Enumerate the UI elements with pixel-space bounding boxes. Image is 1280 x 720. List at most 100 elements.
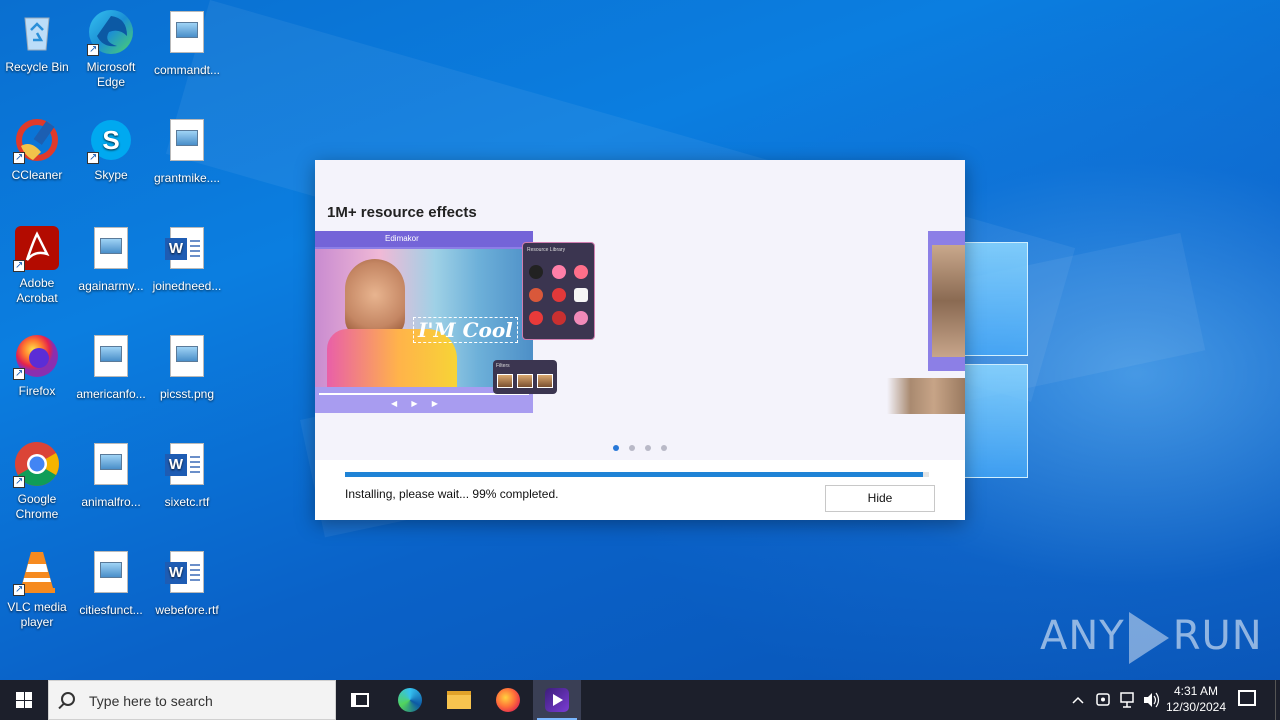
filters-title: Filters (496, 363, 510, 369)
desktop-icon-label: Google Chrome (15, 492, 59, 521)
desktop-icon-file[interactable]: commandt... (150, 8, 224, 78)
image-file-icon (87, 335, 135, 383)
installer-window: 1M+ resource effects Edimakor I'M Cool ◀… (315, 160, 965, 520)
desktop-icon-file[interactable]: animalfro... (74, 440, 148, 510)
taskbar-file-explorer[interactable] (435, 680, 483, 720)
clock-date: 12/30/2024 (1165, 700, 1227, 714)
desktop-icon-microsoft-edge[interactable]: Microsoft Edge (74, 8, 148, 90)
play-logo-icon (1128, 612, 1169, 664)
desktop-icon-label: Microsoft Edge (86, 60, 136, 89)
desktop-icon-label: grantmike.... (153, 171, 221, 185)
desktop-icon-label: picsst.png (159, 387, 215, 401)
carousel-dot[interactable] (661, 445, 667, 451)
taskbar-search-box[interactable]: Type here to search (48, 680, 336, 720)
desktop-icon-label: americanfo... (76, 387, 146, 401)
desktop-icon-label: Skype (94, 168, 128, 182)
taskbar-edge[interactable] (386, 680, 434, 720)
recycle-bin-icon (13, 8, 61, 56)
taskbar: Type here to search 4:31 AM 12/30/2024 (0, 680, 1280, 720)
word-document-icon: W (163, 227, 211, 275)
taskbar-firefox[interactable] (484, 680, 532, 720)
desktop-icon-label: sixetc.rtf (164, 495, 210, 509)
desktop-icon-skype[interactable]: S Skype (74, 116, 148, 183)
desktop-icon-label: joinedneed... (152, 279, 222, 293)
install-progress-fill (345, 472, 924, 477)
carousel-dot[interactable] (629, 445, 635, 451)
playback-icons: ◀ ▶ ▶ (391, 399, 444, 408)
skype-icon: S (87, 116, 135, 165)
windows-icon (16, 692, 32, 708)
filters-panel: Filters (493, 360, 557, 394)
adobe-acrobat-icon (13, 224, 61, 273)
notification-center-icon[interactable] (1238, 690, 1256, 706)
svg-text:S: S (102, 125, 119, 155)
installer-footer: Installing, please wait... 99% completed… (315, 460, 965, 520)
desktop-icon-file[interactable]: americanfo... (74, 332, 148, 402)
windows-logo-wallpaper (962, 242, 1032, 482)
next-slide-strip (887, 378, 965, 414)
clock-time: 4:31 AM (1173, 684, 1219, 698)
image-file-icon (163, 119, 211, 167)
carousel-dot[interactable] (645, 445, 651, 451)
desktop-icon-word-file[interactable]: W sixetc.rtf (150, 440, 224, 510)
desktop-icon-label: animalfro... (81, 495, 141, 509)
desktop-icon-ccleaner[interactable]: CCleaner (0, 116, 74, 183)
next-slide-preview (928, 231, 965, 371)
search-placeholder: Type here to search (89, 693, 213, 709)
desktop-icon-word-file[interactable]: W webefore.rtf (150, 548, 224, 618)
desktop-icon-label: citiesfunct... (79, 603, 143, 617)
desktop-icon-file[interactable]: picsst.png (150, 332, 224, 402)
taskbar-installer-app[interactable] (533, 680, 581, 720)
hide-button[interactable]: Hide (825, 485, 935, 512)
firefox-icon (13, 332, 61, 381)
chrome-icon (13, 440, 61, 489)
taskbar-clock[interactable]: 4:31 AM 12/30/2024 (1160, 683, 1232, 715)
install-status-text: Installing, please wait... 99% completed… (345, 487, 559, 501)
firefox-icon (496, 688, 520, 712)
sticker-grid (529, 265, 591, 325)
network-icon[interactable] (1118, 680, 1136, 720)
desktop-icon-firefox[interactable]: Firefox (0, 332, 74, 399)
desktop-icon-google-chrome[interactable]: Google Chrome (0, 440, 74, 522)
edge-icon (398, 688, 422, 712)
desktop-icon-label: Recycle Bin (5, 60, 69, 74)
desktop-icon-label: commandt... (153, 63, 221, 77)
desktop-icon-file[interactable]: citiesfunct... (74, 548, 148, 618)
search-icon (61, 692, 75, 706)
vlc-icon (13, 548, 61, 597)
preview-portrait (345, 259, 405, 339)
show-hidden-icons-button[interactable] (1070, 680, 1086, 720)
desktop-icon-adobe-acrobat[interactable]: Adobe Acrobat (0, 224, 74, 306)
installer-headline: 1M+ resource effects (327, 204, 477, 221)
edimakor-app-icon (545, 688, 569, 712)
desktop-icon-word-file[interactable]: W joinedneed... (150, 224, 224, 294)
desktop-icon-vlc[interactable]: VLC media player (0, 548, 74, 630)
volume-icon[interactable] (1142, 680, 1160, 720)
desktop-icon-label: Adobe Acrobat (16, 276, 58, 305)
carousel-dots (613, 445, 667, 451)
desktop-icon-recycle-bin[interactable]: Recycle Bin (0, 8, 74, 75)
resource-library-panel: Resource Library (522, 242, 595, 340)
preview-overlay-text: I'M Cool (413, 317, 518, 343)
start-button[interactable] (0, 680, 48, 720)
carousel-dot[interactable] (613, 445, 619, 451)
word-document-icon: W (163, 443, 211, 491)
show-desktop-button[interactable] (1275, 680, 1280, 720)
meet-now-icon[interactable] (1094, 680, 1112, 720)
desktop-icon-file[interactable]: grantmike.... (150, 116, 224, 186)
resource-library-title: Resource Library (527, 247, 566, 253)
desktop-icon-label: CCleaner (11, 168, 63, 182)
task-view-button[interactable] (336, 680, 384, 720)
image-file-icon (87, 443, 135, 491)
desktop-icon-file[interactable]: againarmy... (74, 224, 148, 294)
desktop-icon-label: webefore.rtf (155, 603, 219, 617)
word-document-icon: W (163, 551, 211, 599)
image-file-icon (163, 335, 211, 383)
task-view-icon (351, 693, 369, 707)
anyrun-watermark: ANY RUN (1040, 612, 1263, 664)
watermark-text-right: RUN (1172, 613, 1263, 659)
install-progress-bar (345, 472, 929, 477)
desktop-icon-label: Firefox (18, 384, 56, 398)
desktop-icon-label: againarmy... (78, 279, 144, 293)
watermark-text-left: ANY (1040, 613, 1125, 659)
